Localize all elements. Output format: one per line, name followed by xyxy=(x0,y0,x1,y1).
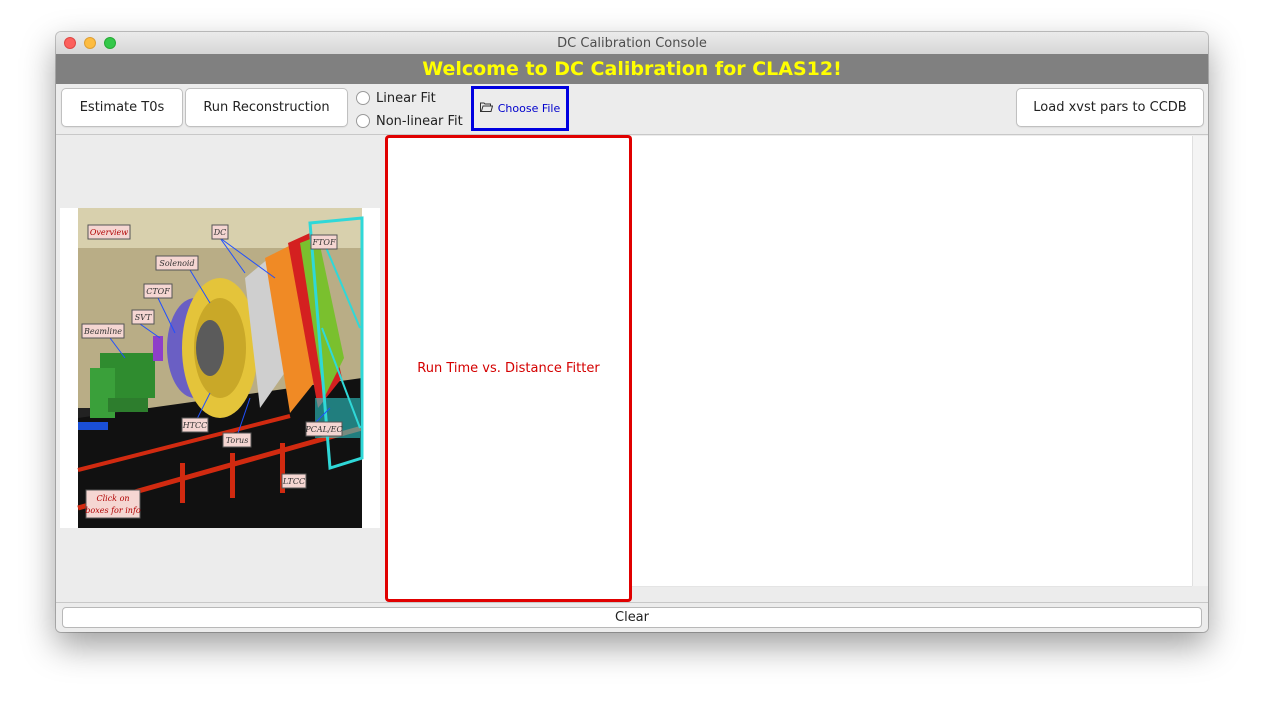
estimate-t0s-button[interactable]: Estimate T0s xyxy=(61,88,183,127)
choose-file-button[interactable]: Choose File xyxy=(471,86,569,131)
nonlinear-fit-radio[interactable]: Non-linear Fit xyxy=(356,112,463,130)
load-xvst-pars-button[interactable]: Load xvst pars to CCDB xyxy=(1016,88,1204,127)
label-htcc[interactable]: HTCC xyxy=(182,421,208,430)
label-overview[interactable]: Overview xyxy=(90,228,128,237)
label-pcal-ec[interactable]: PCAL/EC xyxy=(304,425,342,434)
linear-fit-label: Linear Fit xyxy=(376,90,436,106)
detector-illustration: Overview DC FTOF Solenoid CTOF SVT Beaml… xyxy=(77,208,364,528)
run-fitter-label: Run Time vs. Distance Fitter xyxy=(417,361,600,376)
bottom-bar: Clear xyxy=(56,602,1208,632)
run-reconstruction-button[interactable]: Run Reconstruction xyxy=(185,88,348,127)
clear-button[interactable]: Clear xyxy=(62,607,1202,628)
label-click-line2: boxes for info xyxy=(85,506,141,515)
output-text-area[interactable] xyxy=(632,136,1192,587)
left-panel: Overview DC FTOF Solenoid CTOF SVT Beaml… xyxy=(56,135,384,602)
toolbar: Estimate T0s Run Reconstruction Linear F… xyxy=(56,84,1208,135)
label-dc[interactable]: DC xyxy=(213,228,227,237)
label-beamline[interactable]: Beamline xyxy=(83,327,122,336)
choose-file-label: Choose File xyxy=(497,102,561,115)
label-ftof[interactable]: FTOF xyxy=(312,238,336,247)
label-ctof[interactable]: CTOF xyxy=(146,287,170,296)
nonlinear-fit-label: Non-linear Fit xyxy=(376,113,463,129)
output-scrollbar[interactable] xyxy=(1192,136,1208,586)
main-content: Overview DC FTOF Solenoid CTOF SVT Beaml… xyxy=(56,135,1208,602)
radio-circle-icon xyxy=(356,91,370,105)
linear-fit-radio[interactable]: Linear Fit xyxy=(356,89,436,107)
label-click-line1: Click on xyxy=(96,494,129,503)
run-fitter-button[interactable]: Run Time vs. Distance Fitter xyxy=(385,135,632,602)
radio-circle-icon xyxy=(356,114,370,128)
window-title: DC Calibration Console xyxy=(557,36,707,51)
label-solenoid[interactable]: Solenoid xyxy=(159,259,194,268)
app-window: DC Calibration Console Welcome to DC Cal… xyxy=(56,32,1208,632)
label-svt[interactable]: SVT xyxy=(135,313,152,322)
clas12-detector-image[interactable]: Overview DC FTOF Solenoid CTOF SVT Beaml… xyxy=(60,208,380,528)
title-bar: DC Calibration Console xyxy=(56,32,1208,55)
banner-text: Welcome to DC Calibration for CLAS12! xyxy=(422,58,842,80)
welcome-banner: Welcome to DC Calibration for CLAS12! xyxy=(56,54,1208,84)
folder-icon xyxy=(479,102,493,115)
label-ltcc[interactable]: LTCC xyxy=(282,477,305,486)
label-torus[interactable]: Torus xyxy=(226,436,249,445)
